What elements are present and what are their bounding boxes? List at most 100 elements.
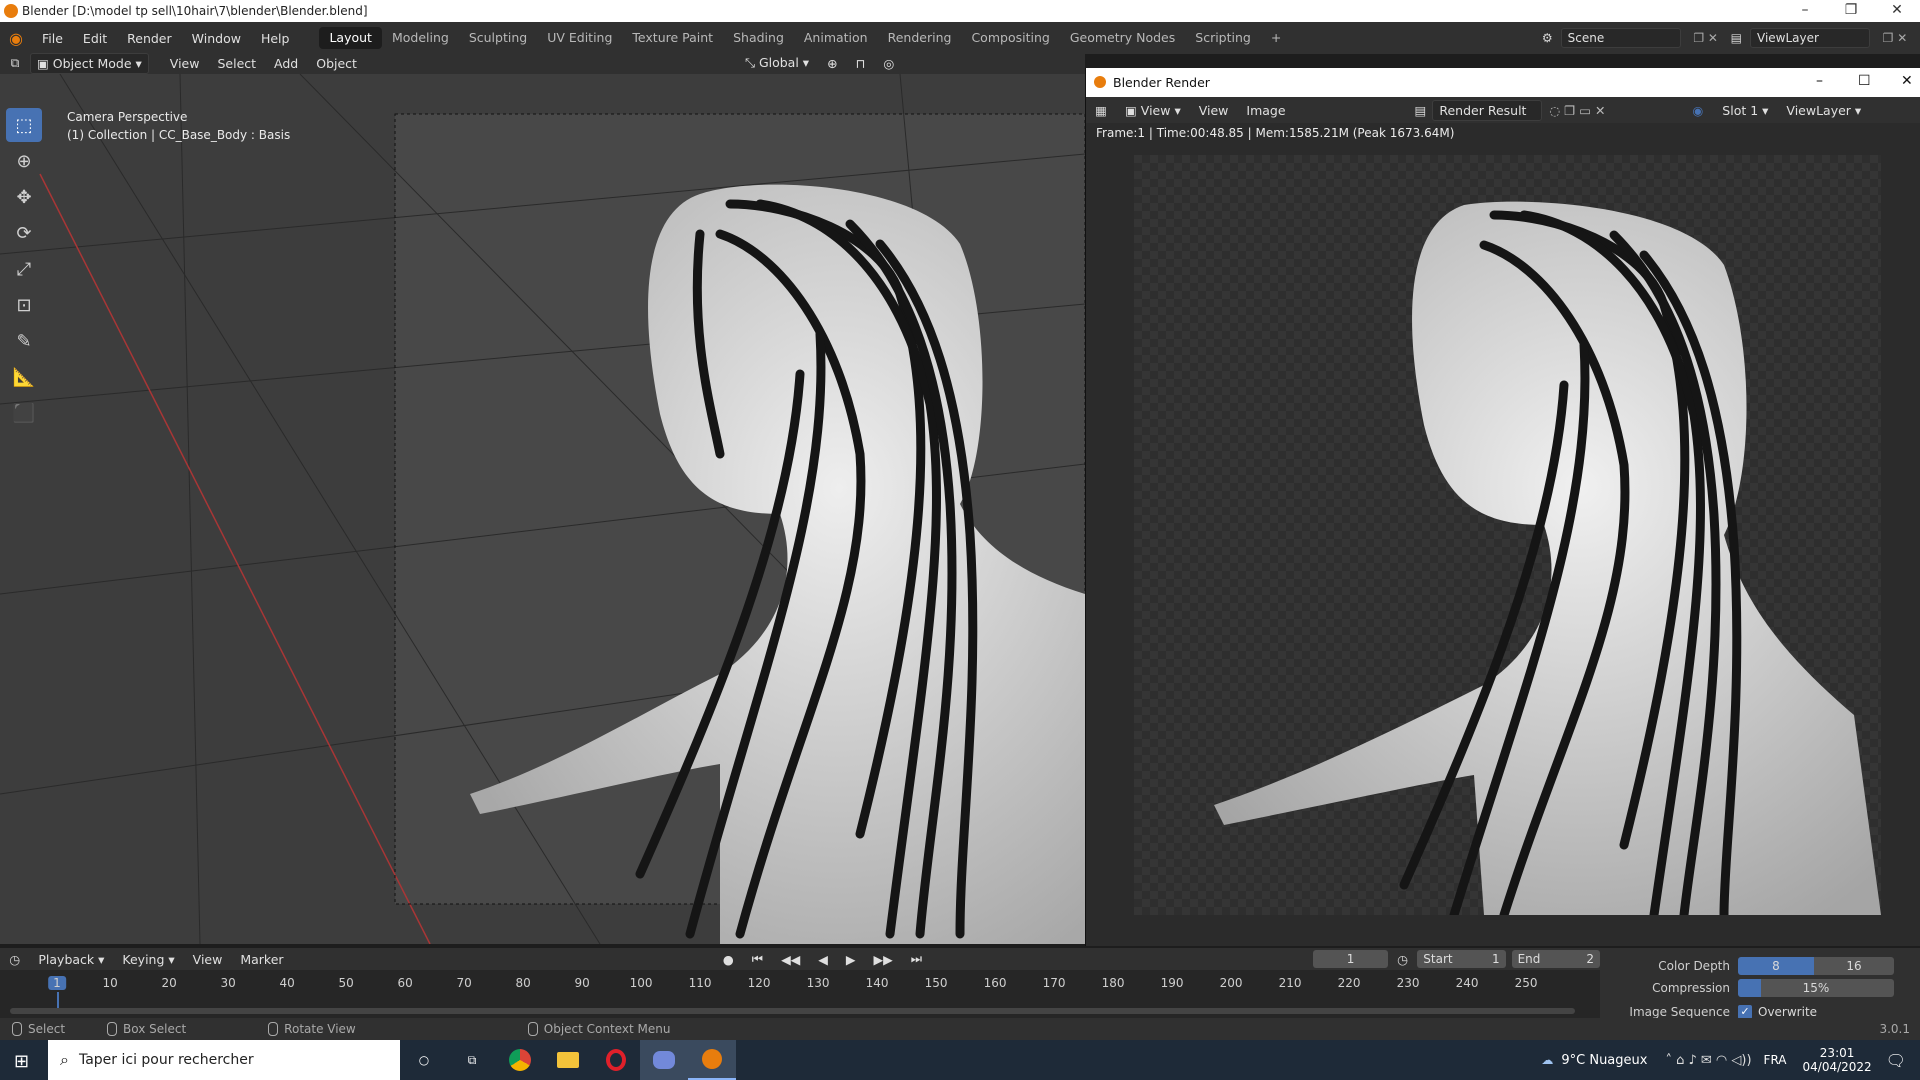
viewport-object-label: (1) Collection | CC_Base_Body : Basis: [67, 128, 291, 142]
timeline-tick: 120: [747, 976, 771, 990]
tab-shading[interactable]: Shading: [723, 27, 794, 49]
tab-texture-paint[interactable]: Texture Paint: [622, 27, 723, 49]
transform-icon[interactable]: ⊡: [6, 288, 42, 322]
move-icon[interactable]: ✥: [6, 180, 42, 214]
color-depth-16-button[interactable]: 16: [1814, 957, 1894, 975]
opera-icon[interactable]: [592, 1040, 640, 1080]
windows-taskbar: ⊞ ⌕ Taper ici pour rechercher ○ ⧉ ☁ 9°C …: [0, 1040, 1920, 1080]
header-menu-add[interactable]: Add: [265, 56, 307, 71]
tray-icons[interactable]: ˄ ⌂ ♪ ✉ ◠ ◁)): [1665, 1053, 1751, 1068]
discord-icon[interactable]: [640, 1040, 688, 1080]
select-box-icon[interactable]: ⬚: [6, 108, 42, 142]
overlay-toggle-icon[interactable]: ◉: [1692, 103, 1703, 118]
timeline-ruler[interactable]: 1 10 20 30 40 50 60 70 80 90 100 110 120 130 140 150 160…: [0, 948, 1600, 1008]
timeline-tick: 150: [924, 976, 948, 990]
slot-dropdown[interactable]: Slot 1 ▾: [1713, 103, 1777, 118]
tab-compositing[interactable]: Compositing: [961, 27, 1059, 49]
overwrite-checkbox[interactable]: ✓: [1738, 1005, 1752, 1019]
menu-render[interactable]: Render: [117, 31, 182, 46]
timeline-tick: 50: [338, 976, 354, 990]
file-explorer-icon[interactable]: [544, 1040, 592, 1080]
snap-icon[interactable]: ⊓: [847, 56, 875, 71]
add-cube-icon[interactable]: ⬛: [6, 396, 42, 430]
menu-edit[interactable]: Edit: [73, 31, 117, 46]
blender-logo-icon: [1094, 76, 1106, 88]
header-menu-object[interactable]: Object: [307, 56, 366, 71]
restore-button[interactable]: ❐: [1836, 2, 1866, 18]
status-rotate-view: Rotate View: [256, 1022, 356, 1036]
playhead-line[interactable]: [57, 992, 59, 1008]
status-select-label: Select: [28, 1022, 66, 1036]
mode-selector[interactable]: ▣ Object Mode ▾: [30, 52, 149, 74]
tab-geometry-nodes[interactable]: Geometry Nodes: [1060, 27, 1185, 49]
proportional-edit-icon[interactable]: ◎: [874, 56, 903, 71]
scene-icon[interactable]: ⚙: [1542, 31, 1553, 45]
measure-icon[interactable]: 📐: [6, 360, 42, 394]
image-browse-icon[interactable]: ▤: [1415, 103, 1427, 118]
compression-value: 15%: [1802, 981, 1830, 995]
tab-layout[interactable]: Layout: [319, 27, 382, 49]
cortana-icon[interactable]: ○: [400, 1040, 448, 1080]
scene-actions-icon[interactable]: ❐ ✕: [1681, 31, 1731, 45]
menu-window[interactable]: Window: [182, 31, 251, 46]
tab-scripting[interactable]: Scripting: [1185, 27, 1261, 49]
render-canvas[interactable]: Frame:1 | Time:00:48.85 | Mem:1585.21M (…: [1086, 123, 1920, 946]
pivot-icon[interactable]: ⊕: [818, 56, 846, 71]
render-menu-view[interactable]: View: [1190, 103, 1238, 118]
chrome-icon[interactable]: [496, 1040, 544, 1080]
rotate-icon[interactable]: ⟳: [6, 216, 42, 250]
blender-menu-icon[interactable]: ◉: [0, 29, 32, 48]
image-selector[interactable]: Render Result: [1432, 99, 1543, 121]
compression-slider[interactable]: 15%: [1738, 979, 1894, 997]
task-view-icon[interactable]: ⧉: [448, 1040, 496, 1080]
compression-label: Compression: [1652, 981, 1730, 995]
close-button[interactable]: ✕: [1882, 2, 1912, 18]
windows-start-icon[interactable]: ⊞: [14, 1051, 29, 1072]
render-menu-image[interactable]: Image: [1237, 103, 1294, 118]
cursor-icon[interactable]: ⊕: [6, 144, 42, 178]
clock[interactable]: 23:01 04/04/2022: [1803, 1046, 1872, 1074]
search-icon: ⌕: [60, 1050, 69, 1069]
view-layer-actions-icon[interactable]: ❐ ✕: [1870, 31, 1920, 45]
render-view-layer-dropdown[interactable]: ViewLayer ▾: [1777, 103, 1870, 118]
transform-orientation-dropdown[interactable]: ⤡ Global ▾: [736, 55, 818, 71]
timeline-tick: 70: [456, 976, 472, 990]
language-indicator[interactable]: FRA: [1764, 1053, 1787, 1067]
view-layer-selector[interactable]: ViewLayer: [1750, 28, 1870, 48]
status-context-menu: Object Context Menu: [516, 1022, 670, 1036]
header-menu-select[interactable]: Select: [208, 56, 265, 71]
weather-icon[interactable]: ☁: [1541, 1053, 1553, 1067]
3d-viewport[interactable]: Camera Perspective (1) Collection | CC_B…: [0, 74, 1085, 944]
tab-animation[interactable]: Animation: [794, 27, 878, 49]
minimize-button[interactable]: –: [1790, 2, 1820, 18]
editor-type-icon[interactable]: ▦: [1086, 103, 1116, 118]
view-mode-dropdown[interactable]: ▣ View ▾: [1116, 103, 1190, 118]
add-workspace-icon[interactable]: +: [1261, 27, 1291, 49]
blender-taskbar-icon[interactable]: [688, 1040, 736, 1080]
annotate-icon[interactable]: ✎: [6, 324, 42, 358]
tab-sculpting[interactable]: Sculpting: [459, 27, 537, 49]
tab-modeling[interactable]: Modeling: [382, 27, 459, 49]
timeline-tick: 240: [1455, 976, 1479, 990]
viewport-header: ⧉ ▣ Object Mode ▾ View Select Add Object…: [0, 52, 1085, 74]
render-close-button[interactable]: ✕: [1901, 73, 1913, 89]
search-placeholder: Taper ici pour rechercher: [78, 1052, 254, 1068]
scene-selector[interactable]: Scene: [1560, 28, 1681, 48]
tab-rendering[interactable]: Rendering: [878, 27, 962, 49]
scale-icon[interactable]: ⤢: [6, 252, 42, 286]
menu-help[interactable]: Help: [251, 31, 300, 46]
timeline-scrollbar[interactable]: [10, 1008, 1575, 1014]
render-maximize-button[interactable]: ☐: [1858, 73, 1871, 89]
color-depth-8-button[interactable]: 8: [1738, 957, 1814, 975]
image-actions-icon[interactable]: ◌ ❐ ▭ ✕: [1542, 103, 1612, 118]
menu-file[interactable]: File: [32, 31, 73, 46]
header-menu-view[interactable]: View: [161, 56, 209, 71]
status-box-select: Box Select: [95, 1022, 186, 1036]
notifications-icon[interactable]: 🗨: [1886, 1051, 1906, 1070]
view-layer-icon[interactable]: ▤: [1731, 31, 1742, 45]
weather-text[interactable]: 9°C Nuageux: [1561, 1053, 1647, 1068]
tab-uv-editing[interactable]: UV Editing: [537, 27, 622, 49]
render-minimize-button[interactable]: –: [1816, 73, 1823, 89]
editor-type-icon[interactable]: ⧉: [0, 55, 30, 71]
taskbar-search[interactable]: ⌕ Taper ici pour rechercher: [48, 1040, 400, 1080]
